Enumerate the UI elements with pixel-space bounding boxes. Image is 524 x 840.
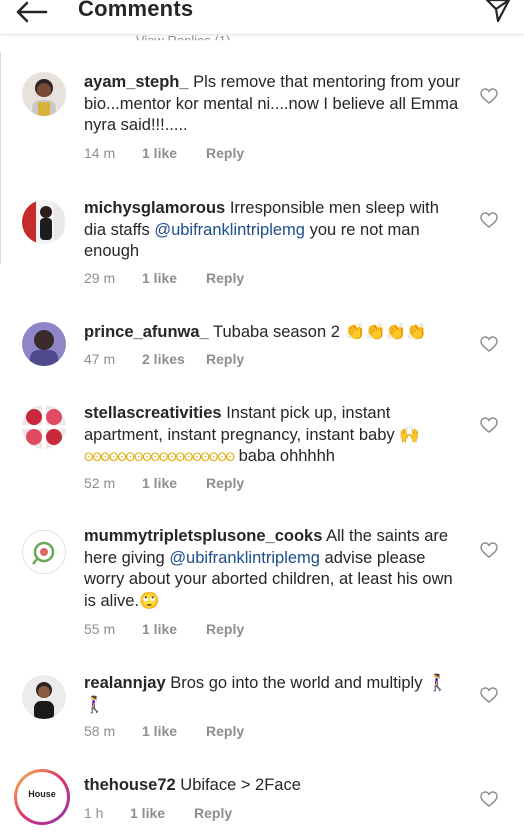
comment-meta: 58 m 1 like Reply: [84, 723, 244, 739]
comment-meta: 52 m 1 like Reply: [84, 475, 244, 491]
comment-time: 29 m: [84, 270, 116, 286]
comment-username[interactable]: realannjay: [84, 674, 166, 692]
avatar[interactable]: [22, 675, 66, 719]
comment-body: prince_afunwa_ Tubaba season 2 👏👏👏👏: [84, 322, 460, 344]
comment-username[interactable]: prince_afunwa_: [84, 323, 209, 341]
avatar[interactable]: [22, 200, 66, 244]
comment-username[interactable]: michysglamorous: [84, 199, 225, 217]
reply-button[interactable]: Reply: [206, 145, 244, 161]
comment-likes[interactable]: 1 like: [142, 145, 206, 161]
emoji-row: ʘʘʘʘʘʘʘʘʘʘʘʘʘʘʘʘʘʘ: [84, 450, 235, 464]
mention-link[interactable]: @ubifranklintriplemg: [154, 221, 305, 239]
paper-plane-icon: [485, 0, 511, 23]
back-button[interactable]: [10, 0, 52, 30]
comment-body: ayam_steph_ Pls remove that mentoring fr…: [84, 72, 460, 137]
comment-likes[interactable]: 1 like: [142, 475, 206, 491]
heart-icon[interactable]: [480, 88, 498, 104]
heart-icon[interactable]: [480, 212, 498, 228]
heart-icon[interactable]: [480, 791, 498, 807]
comment-time: 14 m: [84, 145, 116, 161]
comment-meta: 47 m 2 likes Reply: [84, 351, 244, 367]
comment-text: Ubiface > 2Face: [180, 776, 301, 794]
avatar[interactable]: House: [14, 769, 70, 825]
comment-meta: 14 m 1 like Reply: [84, 145, 244, 161]
comment-likes[interactable]: 1 like: [142, 621, 206, 637]
comment-time: 58 m: [84, 723, 116, 739]
comment-time: 52 m: [84, 475, 116, 491]
comment-username[interactable]: ayam_steph_: [84, 73, 189, 91]
comment-meta: 1 h 1 like Reply: [84, 805, 232, 821]
comment-meta: 29 m 1 like Reply: [84, 270, 244, 286]
avatar[interactable]: [22, 405, 66, 449]
reply-button[interactable]: Reply: [206, 351, 244, 367]
reply-button[interactable]: Reply: [206, 621, 244, 637]
comment-body: mummytripletsplusone_cooks All the saint…: [84, 526, 460, 612]
comment-likes[interactable]: 1 like: [142, 723, 206, 739]
avatar[interactable]: [22, 322, 66, 366]
comment-username[interactable]: mummytripletsplusone_cooks: [84, 527, 322, 545]
heart-icon[interactable]: [480, 417, 498, 433]
comment-likes[interactable]: 1 like: [142, 270, 206, 286]
comment-time: 55 m: [84, 621, 116, 637]
arrow-left-icon: [16, 1, 48, 23]
heart-icon[interactable]: [480, 336, 498, 352]
heart-icon[interactable]: [480, 542, 498, 558]
comment-body: stellascreativities Instant pick up, ins…: [84, 403, 460, 469]
avatar-logo-text: House: [28, 789, 56, 799]
comment-body: michysglamorous Irresponsible men sleep …: [84, 198, 460, 263]
comment-body: realannjay Bros go into the world and mu…: [84, 673, 460, 716]
comment-time: 47 m: [84, 351, 116, 367]
comment-text-cont: baba ohhhhh: [234, 447, 335, 465]
reply-button[interactable]: Reply: [206, 475, 244, 491]
comment-body: thehouse72 Ubiface > 2Face: [84, 775, 460, 797]
reply-button[interactable]: Reply: [206, 270, 244, 286]
comment-text: Tubaba season 2 👏👏👏👏: [213, 323, 427, 341]
avatar[interactable]: [22, 530, 66, 574]
page-title: Comments: [78, 0, 194, 21]
comment-username[interactable]: stellascreativities: [84, 404, 222, 422]
heart-icon[interactable]: [480, 687, 498, 703]
comment-likes[interactable]: 2 likes: [142, 351, 206, 367]
send-button[interactable]: [480, 0, 516, 28]
comment-meta: 55 m 1 like Reply: [84, 621, 244, 637]
comment-likes[interactable]: 1 like: [130, 805, 194, 821]
comment-time: 1 h: [84, 805, 104, 821]
avatar[interactable]: [22, 72, 66, 116]
comment-username[interactable]: thehouse72: [84, 776, 176, 794]
comments-header: Comments: [0, 0, 524, 35]
reply-button[interactable]: Reply: [194, 805, 232, 821]
reply-thread-line: [0, 52, 5, 264]
view-replies-link[interactable]: View Replies (1): [136, 33, 230, 40]
mention-link[interactable]: @ubifranklintriplemg: [169, 549, 320, 567]
reply-button[interactable]: Reply: [206, 723, 244, 739]
